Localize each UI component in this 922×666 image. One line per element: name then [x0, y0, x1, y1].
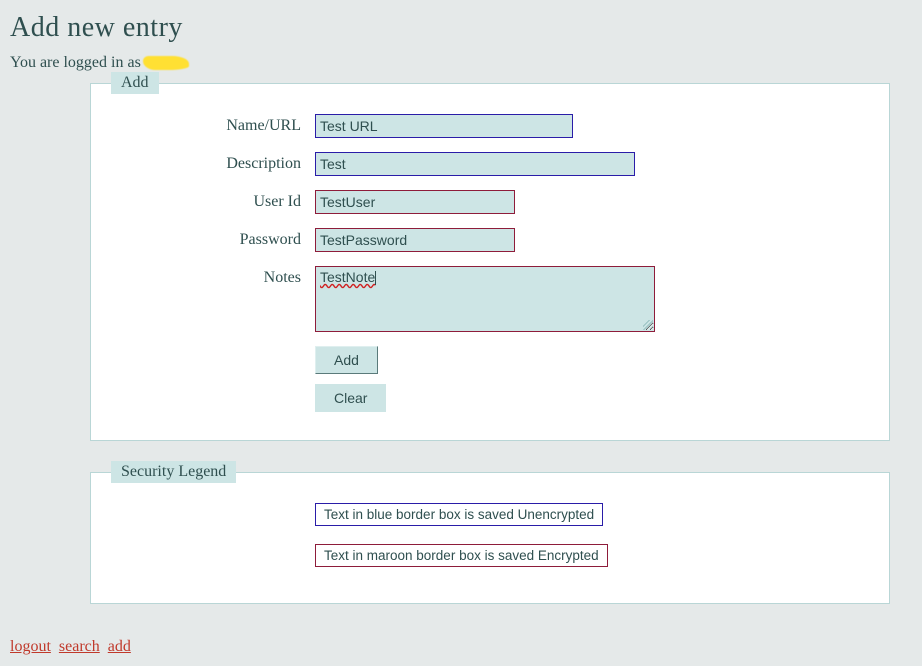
description-input[interactable] — [315, 152, 635, 176]
user-label: User Id — [111, 190, 315, 211]
security-legend-fieldset: Security Legend Text in blue border box … — [90, 461, 890, 604]
name-input[interactable] — [315, 114, 573, 138]
page-title: Add new entry — [10, 12, 912, 44]
add-fieldset: Add Name/URL Description User Id Passwor… — [90, 72, 890, 441]
description-label: Description — [111, 152, 315, 173]
user-input[interactable] — [315, 190, 515, 214]
notes-input[interactable]: TestNote — [315, 266, 655, 332]
notes-label: Notes — [111, 266, 315, 287]
add-link[interactable]: add — [108, 638, 131, 655]
text-caret — [375, 271, 376, 285]
login-prefix: You are logged in as — [10, 54, 145, 71]
search-link[interactable]: search — [59, 638, 100, 655]
password-label: Password — [111, 228, 315, 249]
bottom-nav: logout search add — [10, 638, 135, 656]
legend-unencrypted: Text in blue border box is saved Unencry… — [315, 503, 603, 526]
notes-value: TestNote — [320, 269, 375, 285]
clear-button[interactable]: Clear — [315, 384, 386, 412]
add-button[interactable]: Add — [315, 346, 378, 374]
name-label: Name/URL — [111, 114, 315, 135]
add-legend: Add — [111, 72, 159, 94]
password-input[interactable] — [315, 228, 515, 252]
username-redacted — [143, 56, 189, 70]
legend-encrypted: Text in maroon border box is saved Encry… — [315, 544, 608, 567]
security-legend-label: Security Legend — [111, 461, 236, 483]
logout-link[interactable]: logout — [10, 638, 51, 655]
login-status: You are logged in as — [10, 54, 912, 72]
